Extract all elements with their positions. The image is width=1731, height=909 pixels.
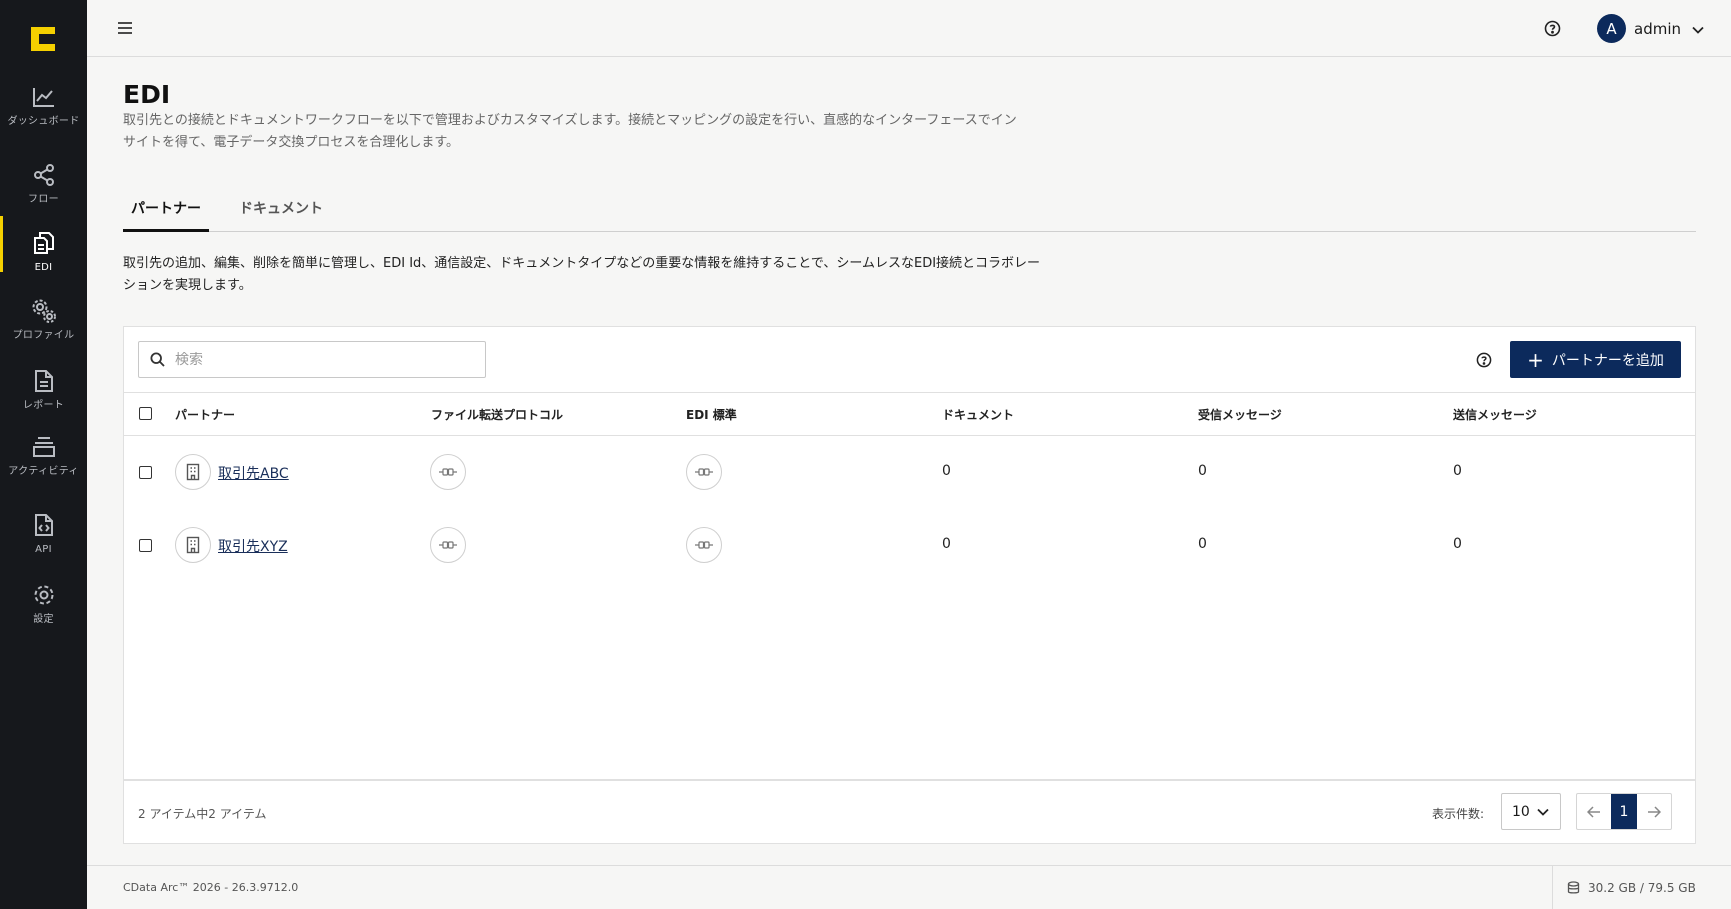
- documents-icon: [31, 230, 57, 256]
- building-icon: [175, 527, 211, 563]
- documents-count: 0: [942, 536, 951, 552]
- sent-count: 0: [1453, 536, 1462, 552]
- search-input[interactable]: [175, 351, 465, 368]
- storage-usage: 30.2 GB / 79.5 GB: [1552, 866, 1731, 909]
- sidebar-item-api[interactable]: API: [0, 512, 87, 555]
- arrow-left-icon: [1587, 805, 1600, 818]
- per-page-select[interactable]: 10: [1501, 793, 1561, 830]
- tab-documents[interactable]: ドキュメント: [231, 198, 331, 232]
- plug-icon: [430, 454, 466, 490]
- sidebar-item-edi[interactable]: EDI: [0, 216, 87, 273]
- table-row: 取引先ABC 0 0 0: [124, 436, 1695, 509]
- column-header-documents[interactable]: ドキュメント: [942, 406, 1014, 423]
- prev-page-button[interactable]: [1577, 794, 1611, 829]
- user-menu[interactable]: A admin: [1597, 14, 1705, 43]
- hamburger-menu-icon[interactable]: [117, 20, 133, 36]
- app-footer: CData Arc™ 2026 - 26.3.9712.0 30.2 GB / …: [87, 865, 1731, 909]
- code-file-icon: [31, 512, 57, 538]
- pagination: 1: [1576, 793, 1672, 830]
- per-page-value: 10: [1512, 803, 1530, 820]
- report-document-icon: [31, 368, 57, 394]
- row-checkbox[interactable]: [139, 539, 152, 552]
- top-bar: A admin: [87, 0, 1731, 57]
- search-icon: [150, 352, 165, 367]
- partner-link[interactable]: 取引先XYZ: [218, 536, 288, 556]
- add-partner-button[interactable]: + パートナーを追加: [1510, 341, 1681, 378]
- sidebar-item-label: EDI: [34, 262, 53, 273]
- received-count: 0: [1198, 463, 1207, 479]
- layers-icon: [31, 434, 57, 460]
- sidebar-item-label: 設定: [33, 614, 54, 625]
- sidebar-item-dashboard[interactable]: ダッシュボード: [0, 84, 87, 127]
- sent-count: 0: [1453, 463, 1462, 479]
- plus-icon: +: [1527, 347, 1544, 372]
- column-header-received[interactable]: 受信メッセージ: [1198, 406, 1282, 423]
- logo[interactable]: [28, 24, 58, 54]
- gear-icon: [31, 582, 57, 608]
- help-icon[interactable]: [1544, 20, 1561, 37]
- tab-bar: パートナー ドキュメント: [123, 198, 1696, 232]
- chevron-down-icon: [1537, 808, 1549, 816]
- sidebar-item-label: アクティビティ: [8, 466, 79, 477]
- sidebar-item-settings[interactable]: 設定: [0, 582, 87, 625]
- sidebar-item-profile[interactable]: プロファイル: [0, 298, 87, 341]
- plug-icon: [430, 527, 466, 563]
- table-footer: 2 アイテム中2 アイテム 表示件数: 10 1: [124, 779, 1695, 843]
- avatar: A: [1597, 14, 1626, 43]
- database-icon: [1567, 881, 1580, 894]
- table-header: パートナー ファイル転送プロトコル EDI 標準 ドキュメント 受信メッセージ …: [124, 392, 1695, 436]
- sidebar-item-activity[interactable]: アクティビティ: [0, 434, 87, 477]
- received-count: 0: [1198, 536, 1207, 552]
- sidebar: ダッシュボード フロー EDI プロファイル レポート アクティビティ API …: [0, 0, 87, 909]
- section-description: 取引先の追加、編集、削除を簡単に管理し、EDI Id、通信設定、ドキュメントタイ…: [123, 256, 1041, 293]
- page-description: 取引先との接続とドキュメントワークフローを以下で管理およびカスタマイズします。接…: [123, 113, 1017, 150]
- select-all-checkbox[interactable]: [139, 407, 152, 420]
- arrow-right-icon: [1648, 805, 1661, 818]
- storage-text: 30.2 GB / 79.5 GB: [1588, 881, 1696, 895]
- gears-icon: [31, 298, 57, 324]
- partners-card: + パートナーを追加 パートナー ファイル転送プロトコル EDI 標準 ドキュメ…: [123, 326, 1696, 844]
- sidebar-item-label: ダッシュボード: [7, 116, 80, 127]
- share-nodes-icon: [31, 162, 57, 188]
- sidebar-item-label: フロー: [28, 194, 59, 205]
- table-row: 取引先XYZ 0 0 0: [124, 509, 1695, 582]
- page-button-current[interactable]: 1: [1611, 794, 1637, 829]
- column-header-edi-standard[interactable]: EDI 標準: [686, 406, 737, 423]
- next-page-button[interactable]: [1637, 794, 1671, 829]
- chevron-down-icon: [1691, 22, 1705, 36]
- per-page-label: 表示件数:: [1432, 807, 1485, 821]
- building-icon: [175, 454, 211, 490]
- user-name: admin: [1634, 19, 1681, 38]
- row-checkbox[interactable]: [139, 466, 152, 479]
- sidebar-item-label: プロファイル: [12, 330, 75, 341]
- plug-icon: [686, 527, 722, 563]
- plug-icon: [686, 454, 722, 490]
- documents-count: 0: [942, 463, 951, 479]
- version-text: CData Arc™ 2026 - 26.3.9712.0: [123, 881, 299, 894]
- sidebar-item-label: API: [35, 544, 52, 555]
- help-icon[interactable]: [1476, 352, 1492, 368]
- add-partner-label: パートナーを追加: [1551, 352, 1664, 369]
- column-header-protocol[interactable]: ファイル転送プロトコル: [431, 406, 563, 423]
- tab-partners[interactable]: パートナー: [123, 198, 209, 232]
- item-count: 2 アイテム中2 アイテム: [138, 807, 267, 821]
- page-title: EDI: [123, 80, 171, 109]
- column-header-sent[interactable]: 送信メッセージ: [1453, 406, 1537, 423]
- sidebar-item-report[interactable]: レポート: [0, 368, 87, 411]
- sidebar-item-label: レポート: [22, 400, 65, 411]
- sidebar-item-flow[interactable]: フロー: [0, 162, 87, 205]
- chart-line-icon: [31, 84, 57, 110]
- column-header-partner[interactable]: パートナー: [175, 406, 235, 423]
- search-box: [138, 341, 486, 378]
- partner-link[interactable]: 取引先ABC: [218, 463, 289, 483]
